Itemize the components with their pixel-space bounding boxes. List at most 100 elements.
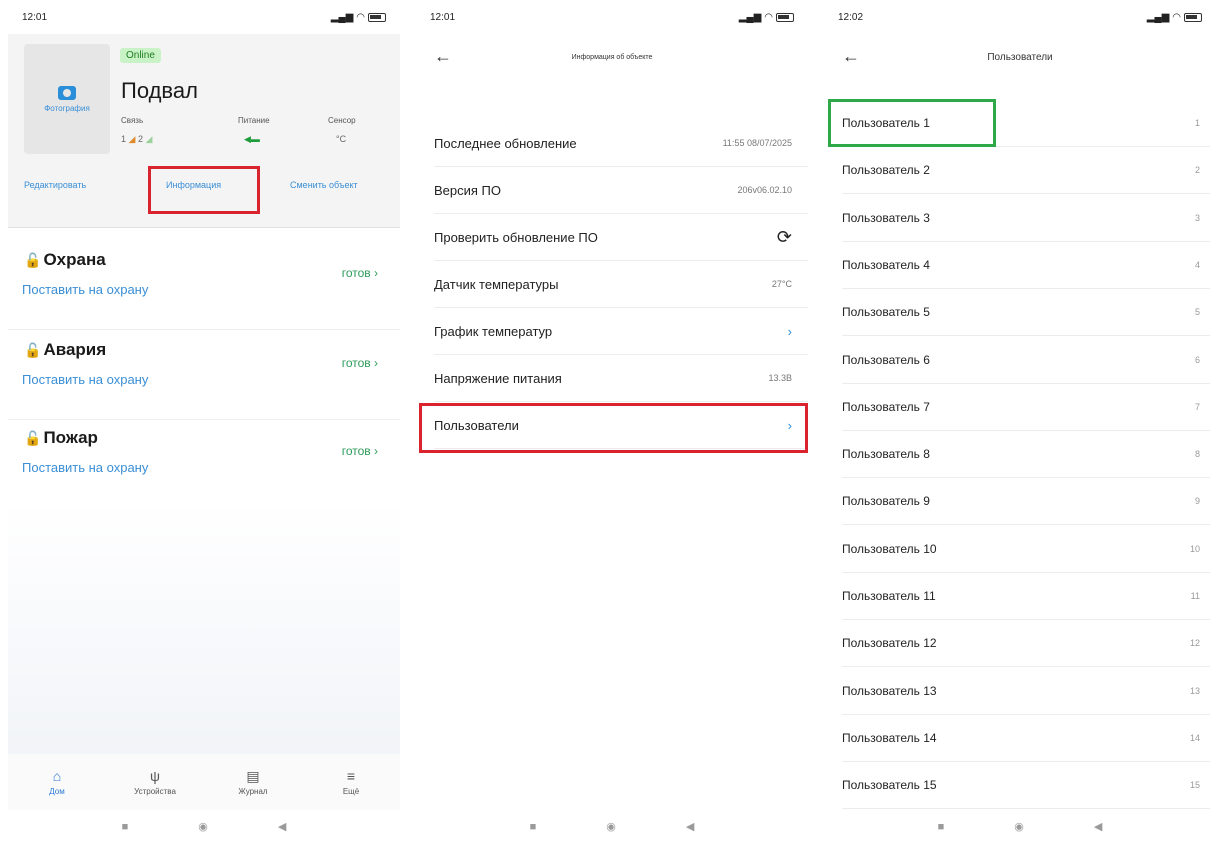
home-nav-icon[interactable]: ◉	[1014, 820, 1024, 833]
user-row[interactable]: Пользователь 6 6	[842, 337, 1210, 384]
row-check-update[interactable]: Проверить обновление ПО ⟳	[434, 214, 808, 261]
ready-status[interactable]: готов ›	[342, 356, 378, 370]
ready-status[interactable]: готов ›	[342, 444, 378, 458]
user-label: Пользователь 4	[842, 257, 930, 272]
user-row[interactable]: Пользователь 8 8	[842, 431, 1210, 479]
user-number: 3	[1194, 212, 1200, 223]
recents-icon[interactable]: ■	[938, 821, 945, 833]
plug-icon: ψ	[150, 767, 160, 784]
battery-icon	[368, 12, 386, 22]
user-row[interactable]: Пользователь 3 3	[842, 195, 1210, 242]
refresh-icon[interactable]: ⟳	[777, 227, 792, 248]
arm-link[interactable]: Поставить на охрану	[22, 282, 148, 297]
user-row[interactable]: Пользователь 7 7	[842, 384, 1210, 431]
signal-orange-icon: ◢	[128, 134, 136, 144]
signal-icon: ▂▄▆	[1146, 11, 1170, 23]
user-row[interactable]: Пользователь 14 14	[842, 715, 1210, 762]
photo-label: Фотография	[44, 103, 90, 113]
section-security[interactable]: 🔓 Охрана Поставить на охрану готов ›	[8, 242, 400, 330]
chevron-right-icon: ›	[787, 323, 792, 339]
system-navbar: ■ ◉ ◀	[416, 810, 808, 843]
edit-link[interactable]: Редактировать	[24, 180, 86, 190]
row-temp-chart[interactable]: График температур ›	[434, 308, 808, 355]
highlight-user-1	[828, 99, 996, 147]
user-row[interactable]: Пользователь 13 13	[842, 668, 1210, 715]
object-title: Подвал	[121, 78, 198, 103]
section-alarm[interactable]: 🔓 Авария Поставить на охрану готов ›	[8, 332, 400, 420]
home-nav-icon[interactable]: ◉	[606, 820, 616, 833]
arm-link[interactable]: Поставить на охрану	[22, 460, 148, 475]
battery-icon	[1184, 12, 1202, 22]
users-screen: 12:02 ▂▄▆ ◠ ← Пользователи Пользователь …	[824, 0, 1210, 843]
signal-icon: ▂▄▆	[738, 11, 762, 23]
menu-icon: ≡	[346, 767, 356, 784]
status-bar: 12:01 ▂▄▆ ◠	[416, 0, 808, 34]
row-temp-sensor: Датчик температуры 27°C	[434, 261, 808, 308]
power-plug-icon: ◀▬	[244, 134, 260, 144]
user-label: Пользователь 15	[842, 778, 937, 793]
recents-icon[interactable]: ■	[530, 821, 537, 833]
back-nav-icon[interactable]: ◀	[1094, 820, 1102, 833]
power-label: Питание	[238, 116, 270, 125]
user-number: 6	[1194, 354, 1200, 365]
status-icons: ▂▄▆ ◠	[331, 12, 386, 23]
header: ← Информация об объекте	[416, 34, 808, 90]
photo-button[interactable]: Фотография	[24, 44, 110, 154]
user-label: Пользователь 11	[842, 589, 936, 603]
tab-more[interactable]: ≡ Ещё	[316, 769, 386, 796]
user-number: 7	[1194, 401, 1200, 412]
arm-link[interactable]: Поставить на охрану	[22, 372, 148, 387]
user-row[interactable]: Пользователь 2 2	[842, 147, 1210, 195]
wifi-icon: ◠	[1172, 11, 1181, 23]
user-row[interactable]: Пользователь 12 12	[842, 620, 1210, 668]
unlock-icon: 🔓	[24, 252, 42, 268]
user-row[interactable]: Пользователь 11 11	[842, 573, 1210, 620]
user-row[interactable]: Пользователь 9 9	[842, 478, 1210, 526]
user-label: Пользователь 6	[842, 352, 930, 367]
section-fire[interactable]: 🔓 Пожар Поставить на охрану готов ›	[8, 420, 400, 508]
user-label: Пользователь 7	[842, 399, 930, 414]
user-row[interactable]: Пользователь 15 15	[842, 762, 1210, 810]
user-label: Пользователь 2	[842, 163, 930, 178]
status-time: 12:01	[22, 11, 48, 23]
background-fade	[8, 500, 400, 754]
tab-home[interactable]: ⌂ Дом	[22, 769, 92, 796]
status-icons: ▂▄▆ ◠	[739, 12, 794, 23]
home-icon: ⌂	[52, 767, 62, 784]
row-last-update: Последнее обновление 11:55 08/07/2025	[434, 120, 808, 167]
back-nav-icon[interactable]: ◀	[278, 820, 286, 833]
tab-journal[interactable]: ▤ Журнал	[218, 769, 288, 796]
link-label: Связь	[121, 116, 144, 125]
status-icons: ▂▄▆ ◠	[1147, 12, 1202, 23]
user-label: Пользователь 9	[842, 494, 930, 509]
wifi-icon: ◠	[764, 11, 773, 23]
user-number: 12	[1189, 638, 1200, 649]
user-number: 15	[1189, 780, 1200, 791]
user-label: Пользователь 5	[842, 305, 930, 320]
user-label: Пользователь 12	[842, 636, 937, 651]
user-row[interactable]: Пользователь 5 5	[842, 289, 1210, 337]
bottom-tabbar: ⌂ Дом ψ Устройства ▤ Журнал ≡ Ещё	[8, 754, 400, 810]
back-nav-icon[interactable]: ◀	[686, 820, 694, 833]
section-title: 🔓 Пожар	[24, 428, 98, 447]
row-firmware-version: Версия ПО 206v06.02.10	[434, 167, 808, 214]
page-title: Информация об объекте	[571, 54, 653, 61]
user-number: 10	[1189, 543, 1200, 554]
status-bar: 12:01 ▂▄▆ ◠	[8, 0, 400, 34]
user-number: 11	[1190, 591, 1200, 601]
section-title: 🔓 Охрана	[24, 250, 106, 269]
online-badge: Online	[120, 48, 161, 63]
ready-status[interactable]: готов ›	[342, 266, 378, 280]
status-time: 12:01	[430, 11, 456, 23]
tab-devices[interactable]: ψ Устройства	[120, 769, 190, 796]
user-label: Пользователь 3	[842, 210, 930, 225]
unlock-icon: 🔓	[24, 342, 42, 358]
user-label: Пользователь 14	[842, 730, 937, 745]
section-title: 🔓 Авария	[24, 340, 107, 359]
change-object-link[interactable]: Сменить объект	[290, 180, 358, 190]
home-nav-icon[interactable]: ◉	[198, 820, 208, 833]
user-row[interactable]: Пользователь 10 10	[842, 526, 1210, 573]
camera-icon	[58, 85, 76, 100]
recents-icon[interactable]: ■	[122, 821, 129, 833]
user-row[interactable]: Пользователь 4 4	[842, 242, 1210, 289]
